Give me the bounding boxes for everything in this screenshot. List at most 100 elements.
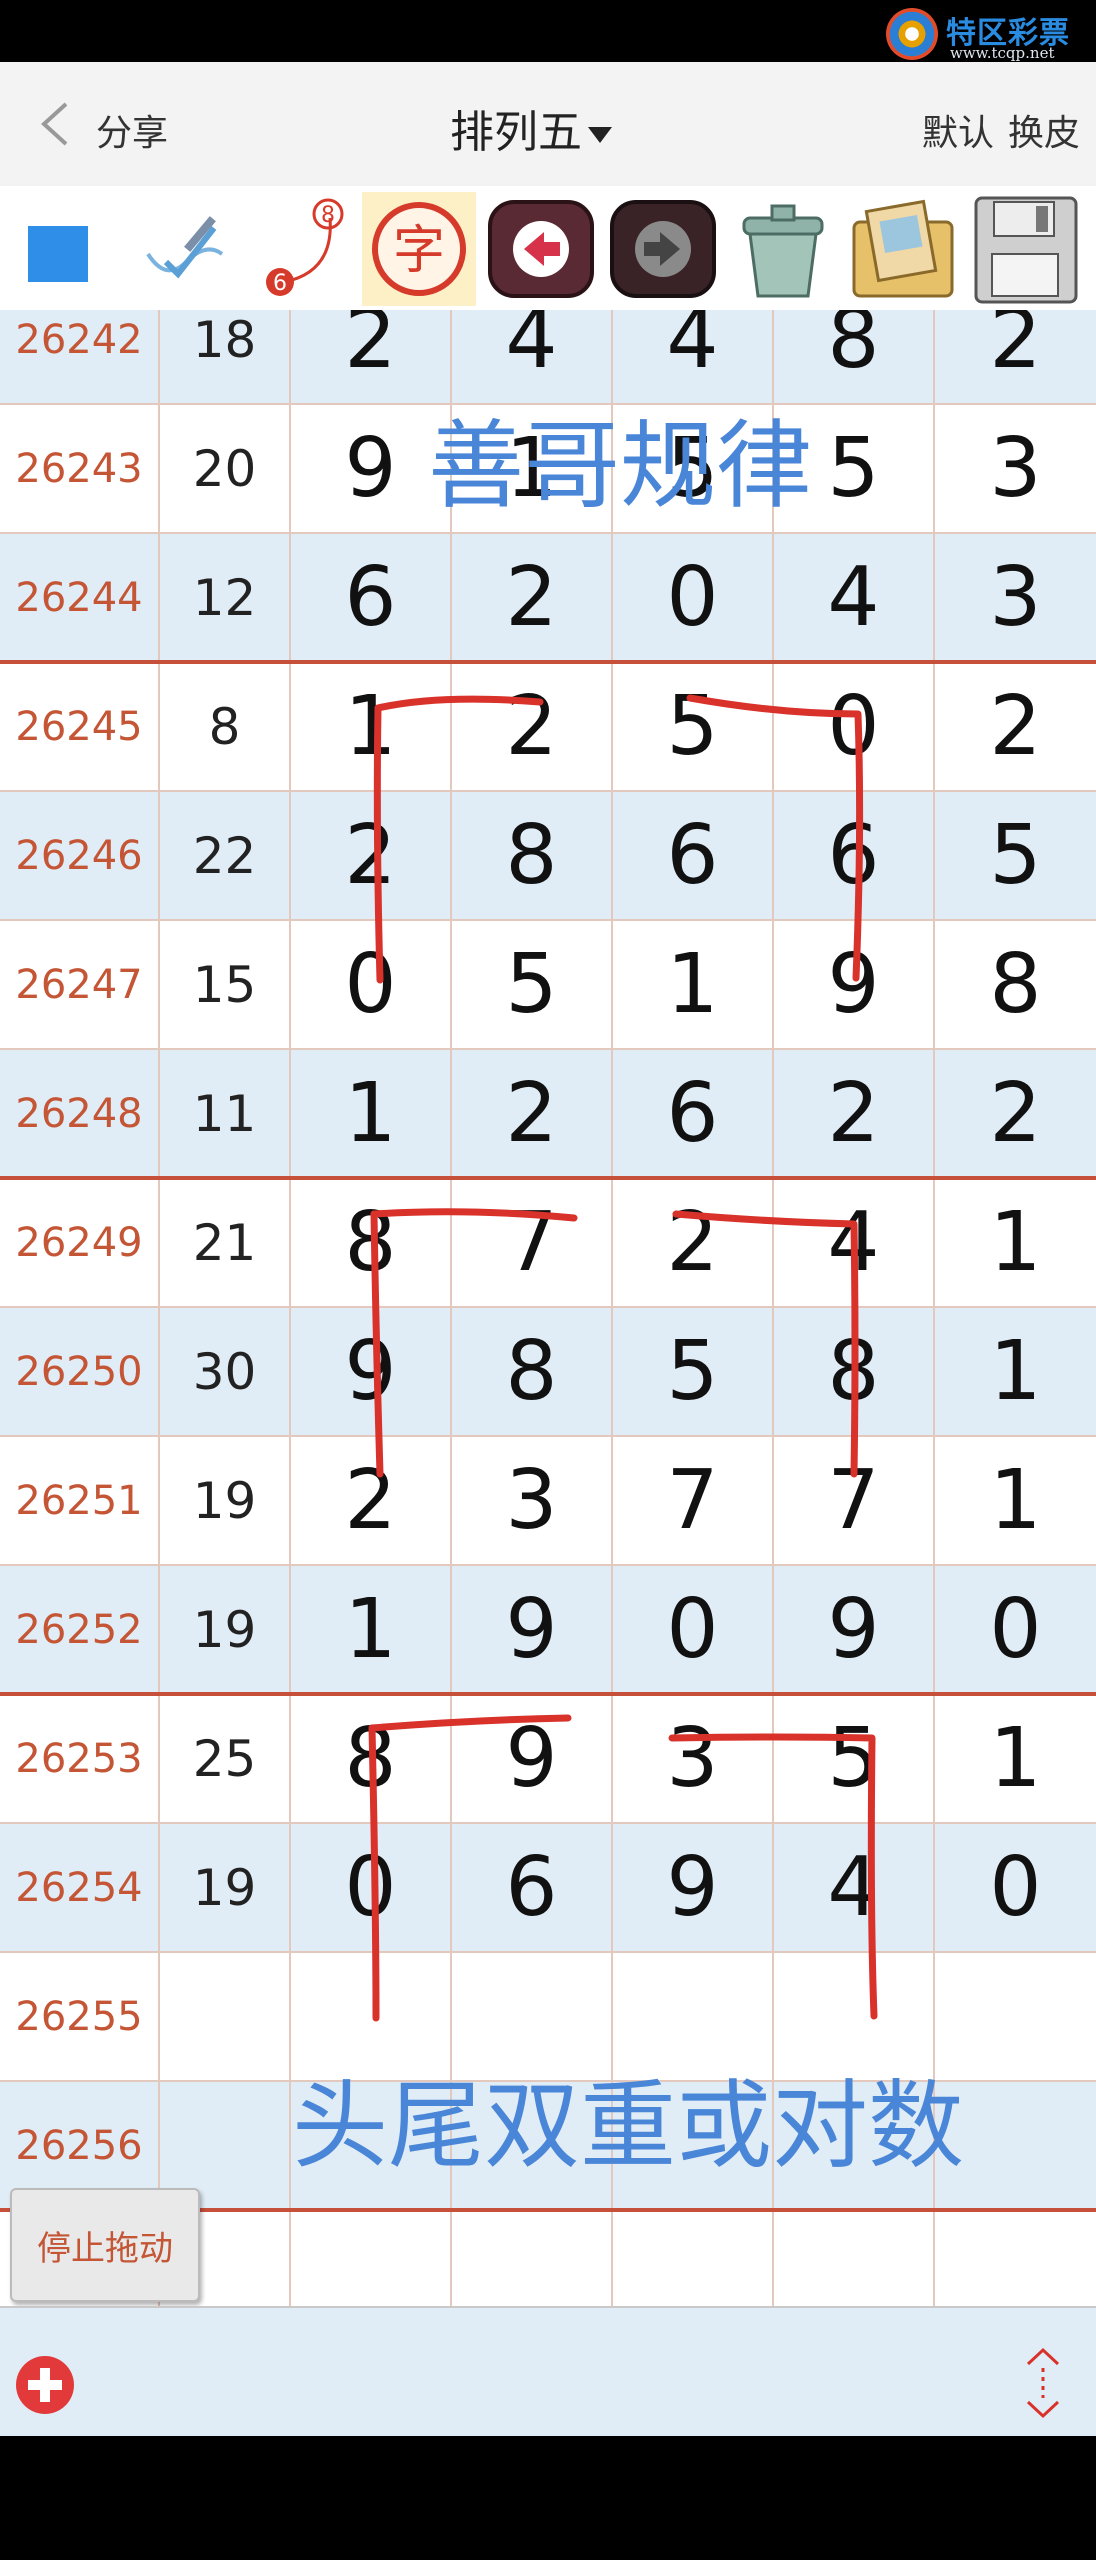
digit-sum: 18: [160, 310, 291, 403]
default-button[interactable]: 默认: [922, 113, 994, 154]
digit-cell[interactable]: 9: [774, 1566, 935, 1693]
photo-album-icon[interactable]: [846, 192, 960, 306]
change-skin-button[interactable]: 换皮: [1008, 113, 1080, 154]
digit-cell[interactable]: 2: [613, 1179, 774, 1306]
digit-cell[interactable]: 1: [935, 1437, 1096, 1564]
digit-cell[interactable]: 2: [291, 792, 452, 919]
table-row[interactable]: 26247 15 0 5 1 9 8: [0, 921, 1096, 1050]
digit-cell[interactable]: 8: [452, 792, 613, 919]
digit-cell[interactable]: 2: [935, 663, 1096, 790]
digit-cell[interactable]: 2: [452, 534, 613, 661]
scroll-toggle-icon[interactable]: [1018, 2346, 1068, 2420]
arrow-left-icon[interactable]: [484, 192, 598, 306]
watermark: 特区彩票网 www.tcqp.net: [886, 6, 1086, 95]
digit-cell[interactable]: 1: [291, 663, 452, 790]
digit-cell[interactable]: 2: [452, 1050, 613, 1177]
digit-cell[interactable]: [613, 2211, 774, 2306]
digit-cell[interactable]: 0: [613, 1566, 774, 1693]
digit-cell[interactable]: 1: [935, 1179, 1096, 1306]
digit-cell[interactable]: 6: [774, 792, 935, 919]
digit-cell[interactable]: [291, 2211, 452, 2306]
digit-cell[interactable]: 1: [291, 1566, 452, 1693]
digit-cell[interactable]: 8: [935, 921, 1096, 1048]
digit-cell[interactable]: 1: [613, 921, 774, 1048]
table-row[interactable]: 26252 19 1 9 0 9 0: [0, 1566, 1096, 1695]
digit-cell[interactable]: 0: [291, 921, 452, 1048]
table-row[interactable]: 26251 19 2 3 7 7 1: [0, 1437, 1096, 1566]
share-button[interactable]: 分享: [96, 104, 168, 156]
digit-cell[interactable]: 2: [935, 310, 1096, 403]
digit-cell[interactable]: 8: [291, 1179, 452, 1306]
floppy-disk-icon[interactable]: [968, 192, 1082, 306]
trash-can-icon[interactable]: [726, 192, 840, 306]
page-title[interactable]: 排列五: [450, 96, 612, 160]
digit-sum: 11: [160, 1050, 291, 1177]
table-row[interactable]: 26253 25 8 9 3 5 1: [0, 1695, 1096, 1824]
digit-cell[interactable]: 2: [291, 1437, 452, 1564]
back-chevron-icon[interactable]: [36, 100, 74, 148]
digit-cell[interactable]: 5: [774, 1695, 935, 1822]
digit-cell[interactable]: 0: [774, 663, 935, 790]
group-separator: [0, 660, 1096, 664]
digit-cell[interactable]: [774, 2211, 935, 2306]
add-icon[interactable]: [14, 2354, 76, 2416]
digit-cell[interactable]: 6: [291, 534, 452, 661]
digit-cell[interactable]: 9: [774, 921, 935, 1048]
digit-cell[interactable]: 1: [935, 1308, 1096, 1435]
digit-cell[interactable]: 5: [452, 921, 613, 1048]
digit-cell[interactable]: 3: [452, 1437, 613, 1564]
digit-cell[interactable]: 3: [613, 1695, 774, 1822]
arrow-right-icon[interactable]: [606, 192, 720, 306]
watermark-url: www.tcqp.net: [950, 44, 1055, 62]
issue-number: 26253: [0, 1695, 160, 1822]
digit-cell[interactable]: 0: [291, 1824, 452, 1951]
digit-cell[interactable]: 2: [774, 1050, 935, 1177]
digit-cell[interactable]: 6: [452, 1824, 613, 1951]
digit-cell[interactable]: 4: [774, 534, 935, 661]
digit-cell[interactable]: 3: [935, 405, 1096, 532]
digit-cell[interactable]: 9: [452, 1695, 613, 1822]
digit-cell[interactable]: 8: [774, 1308, 935, 1435]
table-row[interactable]: 26244 12 6 2 0 4 3: [0, 534, 1096, 663]
digit-cell[interactable]: 9: [291, 1308, 452, 1435]
blue-square-icon[interactable]: [0, 192, 114, 306]
digit-cell[interactable]: 7: [452, 1179, 613, 1306]
digit-cell[interactable]: [452, 2211, 613, 2306]
digit-cell[interactable]: 1: [935, 1695, 1096, 1822]
numbered-curve-icon[interactable]: 8 6: [244, 192, 358, 306]
pen-check-icon[interactable]: [126, 192, 240, 306]
digit-cell[interactable]: 6: [613, 792, 774, 919]
digit-cell[interactable]: 8: [452, 1308, 613, 1435]
issue-number: 26243: [0, 405, 160, 532]
digit-sum: 22: [160, 792, 291, 919]
table-row[interactable]: 26246 22 2 8 6 6 5: [0, 792, 1096, 921]
table-row[interactable]: 26254 19 0 6 9 4 0: [0, 1824, 1096, 1953]
table-row[interactable]: 26248 11 1 2 6 2 2: [0, 1050, 1096, 1179]
digit-cell[interactable]: 4: [774, 1179, 935, 1306]
digit-cell[interactable]: 5: [935, 792, 1096, 919]
digit-cell[interactable]: 9: [613, 1824, 774, 1951]
digit-cell[interactable]: 4: [774, 1824, 935, 1951]
digit-cell[interactable]: 0: [935, 1824, 1096, 1951]
digit-cell[interactable]: 0: [613, 534, 774, 661]
digit-cell[interactable]: 5: [613, 1308, 774, 1435]
table-row[interactable]: 26249 21 8 7 2 4 1: [0, 1179, 1096, 1308]
character-icon[interactable]: 字: [362, 192, 476, 306]
digit-cell[interactable]: 8: [291, 1695, 452, 1822]
digit-cell[interactable]: 6: [613, 1050, 774, 1177]
digit-cell[interactable]: 2: [452, 663, 613, 790]
digit-cell[interactable]: 0: [935, 1566, 1096, 1693]
table-row[interactable]: 26245 8 1 2 5 0 2: [0, 663, 1096, 792]
digit-cell[interactable]: 9: [452, 1566, 613, 1693]
digit-cell[interactable]: 7: [613, 1437, 774, 1564]
digit-cell[interactable]: 3: [935, 534, 1096, 661]
digit-cell[interactable]: [935, 2211, 1096, 2306]
digit-cell[interactable]: 5: [613, 663, 774, 790]
footer-bar: [0, 2306, 1096, 2438]
digit-cell[interactable]: 1: [291, 1050, 452, 1177]
table-row[interactable]: 26250 30 9 8 5 8 1: [0, 1308, 1096, 1437]
digit-cell[interactable]: 7: [774, 1437, 935, 1564]
stop-drag-button[interactable]: 停止拖动: [10, 2188, 200, 2302]
results-grid[interactable]: 26242 18 2 4 4 8 2 26243 20 9 1 5 5 3 26244 12 6 2 0 4 3 2624…: [0, 310, 1096, 2306]
digit-cell[interactable]: 2: [935, 1050, 1096, 1177]
